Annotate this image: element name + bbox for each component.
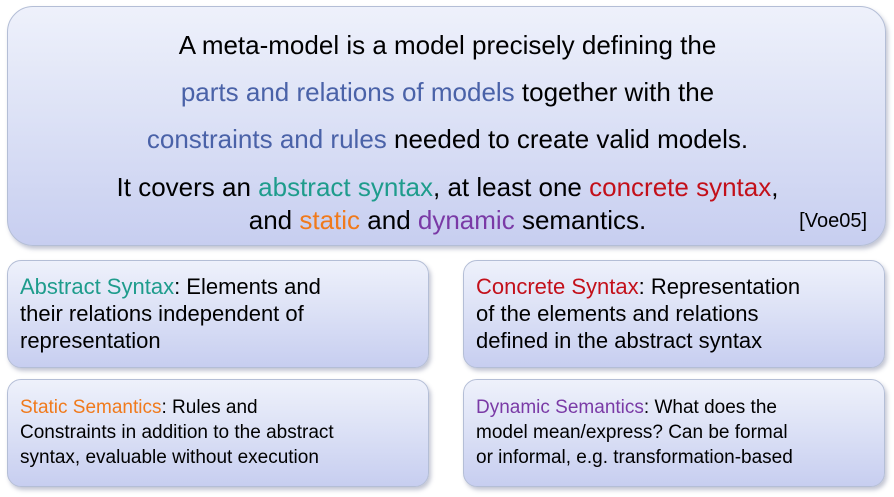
- concrete-syntax-text: Concrete Syntax: Representation of the e…: [476, 274, 801, 353]
- highlight-constraints-rules: constraints and rules: [146, 124, 387, 154]
- definition-box: A meta-model is a model precisely defini…: [7, 6, 886, 246]
- abstract-syntax-box: Abstract Syntax: Elements and their rela…: [7, 260, 429, 368]
- definition-line-5: and static and dynamic semantics.: [248, 205, 647, 235]
- abstract-syntax-text: Abstract Syntax: Elements and their rela…: [20, 274, 321, 353]
- dynamic-semantics-box: Dynamic Semantics: What does the model m…: [463, 379, 885, 487]
- highlight-parts-relations: parts and relations of models: [180, 77, 515, 107]
- abstract-syntax-term: Abstract Syntax: [20, 274, 175, 299]
- static-semantics-box: Static Semantics: Rules and Constraints …: [7, 379, 429, 487]
- term-concrete-syntax: concrete syntax: [589, 172, 772, 202]
- definition-line-3: constraints and rules needed to create v…: [146, 124, 749, 154]
- term-static: static: [299, 205, 361, 235]
- static-semantics-term: Static Semantics: [20, 397, 162, 418]
- definition-line-2: parts and relations of models together w…: [180, 77, 715, 107]
- definition-line-1: A meta-model is a model precisely defini…: [178, 30, 717, 60]
- dynamic-semantics-term: Dynamic Semantics: [476, 397, 644, 418]
- term-abstract-syntax: abstract syntax: [258, 172, 434, 202]
- definition-line-4: It covers an abstract syntax, at least o…: [116, 172, 779, 202]
- dynamic-semantics-text: Dynamic Semantics: What does the model m…: [476, 397, 793, 468]
- term-dynamic: dynamic: [417, 205, 515, 235]
- static-semantics-text: Static Semantics: Rules and Constraints …: [20, 397, 334, 468]
- concrete-syntax-term: Concrete Syntax: [476, 274, 639, 299]
- concrete-syntax-box: Concrete Syntax: Representation of the e…: [463, 260, 885, 368]
- citation: [Voe05]: [799, 210, 867, 232]
